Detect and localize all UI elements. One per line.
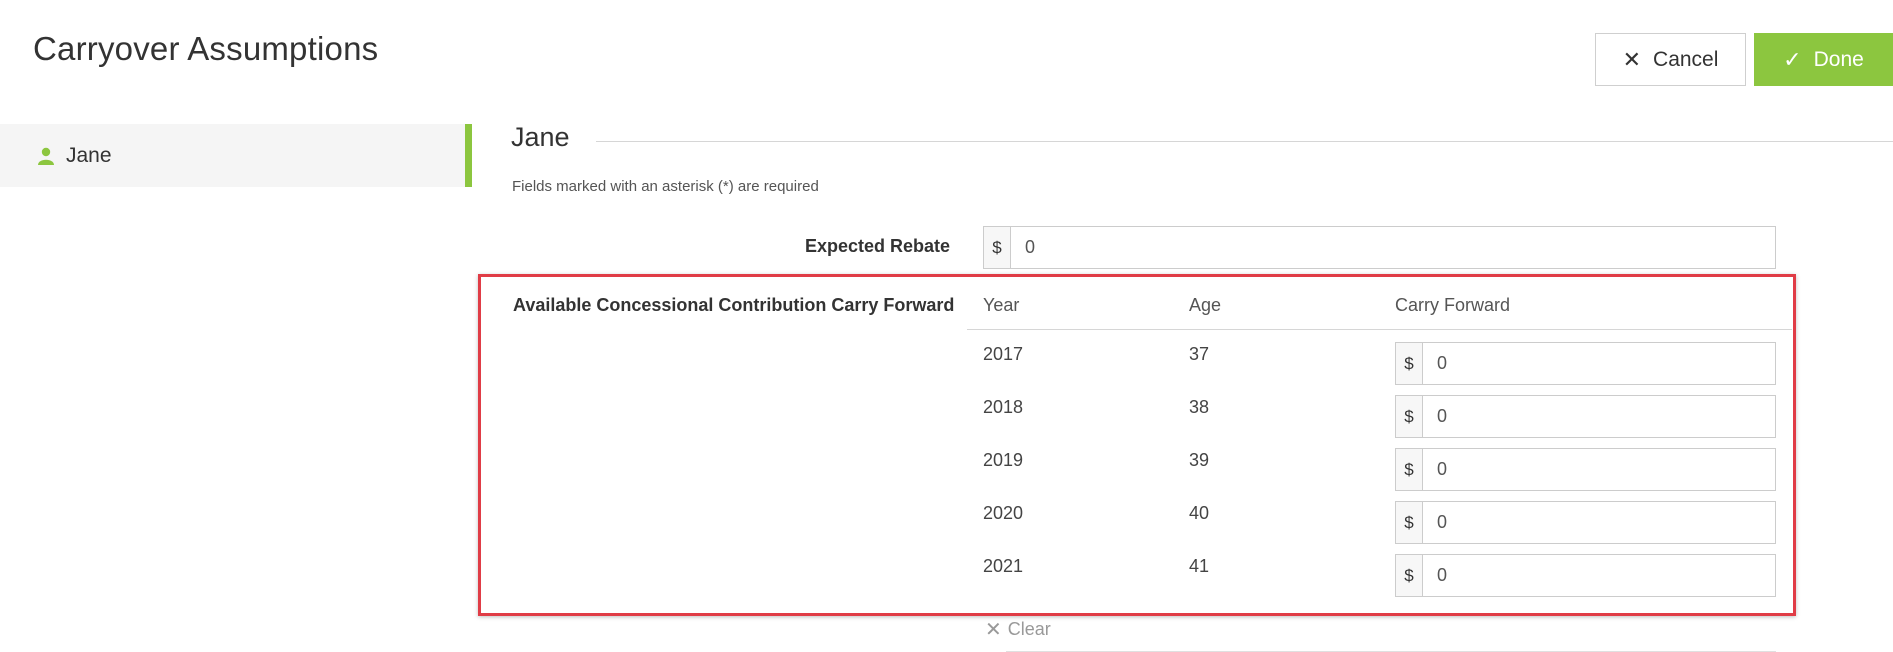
- row-age: 37: [1189, 344, 1210, 364]
- clear-button[interactable]: ✕ Clear: [985, 617, 1051, 642]
- carry-forward-field: $: [1395, 501, 1776, 544]
- done-button-label: Done: [1813, 47, 1864, 71]
- row-age: 38: [1189, 397, 1210, 417]
- checkmark-icon: ✓: [1783, 46, 1802, 72]
- row-year: 2020: [983, 503, 1024, 523]
- currency-addon: $: [1396, 449, 1423, 490]
- sidebar-item-label: Jane: [66, 143, 112, 167]
- row-year: 2019: [983, 450, 1024, 470]
- carry-forward-input-2017[interactable]: [1423, 343, 1775, 384]
- required-fields-note: Fields marked with an asterisk (*) are r…: [512, 178, 819, 195]
- row-year: 2018: [983, 397, 1024, 417]
- carry-forward-field: $: [1395, 342, 1776, 385]
- expected-rebate-field: $: [983, 226, 1776, 269]
- cancel-button-label: Cancel: [1653, 47, 1719, 71]
- row-year: 2017: [983, 344, 1024, 364]
- user-icon: [38, 147, 54, 165]
- section-title: Jane: [511, 122, 570, 152]
- carry-forward-input-2019[interactable]: [1423, 449, 1775, 490]
- page-title: Carryover Assumptions: [33, 30, 379, 67]
- carry-forward-field: $: [1395, 395, 1776, 438]
- expected-rebate-input[interactable]: [1011, 227, 1775, 268]
- currency-addon: $: [1396, 343, 1423, 384]
- carry-forward-input-2021[interactable]: [1423, 555, 1775, 596]
- close-icon: ✕: [1622, 46, 1642, 72]
- row-age: 41: [1189, 556, 1210, 576]
- carry-forward-field: $: [1395, 554, 1776, 597]
- cancel-button[interactable]: ✕ Cancel: [1595, 33, 1746, 86]
- close-icon: ✕: [985, 619, 1002, 641]
- clear-button-label: Clear: [1007, 619, 1051, 639]
- carry-forward-field: $: [1395, 448, 1776, 491]
- column-header-carry-forward: Carry Forward: [1395, 295, 1511, 315]
- row-age: 39: [1189, 450, 1210, 470]
- sidebar-item-jane[interactable]: Jane: [0, 124, 472, 187]
- row-age: 40: [1189, 503, 1210, 523]
- section-divider: [596, 141, 1893, 142]
- column-header-year: Year: [983, 295, 1020, 315]
- row-year: 2021: [983, 556, 1024, 576]
- currency-addon: $: [1396, 396, 1423, 437]
- table-header-divider: [967, 329, 1792, 330]
- column-header-age: Age: [1189, 295, 1222, 315]
- currency-addon: $: [1396, 555, 1423, 596]
- currency-addon: $: [1396, 502, 1423, 543]
- expected-rebate-label: Expected Rebate: [804, 236, 950, 256]
- done-button[interactable]: ✓ Done: [1754, 33, 1893, 86]
- currency-addon: $: [984, 227, 1011, 268]
- carry-forward-input-2020[interactable]: [1423, 502, 1775, 543]
- carry-forward-label: Available Concessional Contribution Carr…: [513, 295, 955, 315]
- carry-forward-input-2018[interactable]: [1423, 396, 1775, 437]
